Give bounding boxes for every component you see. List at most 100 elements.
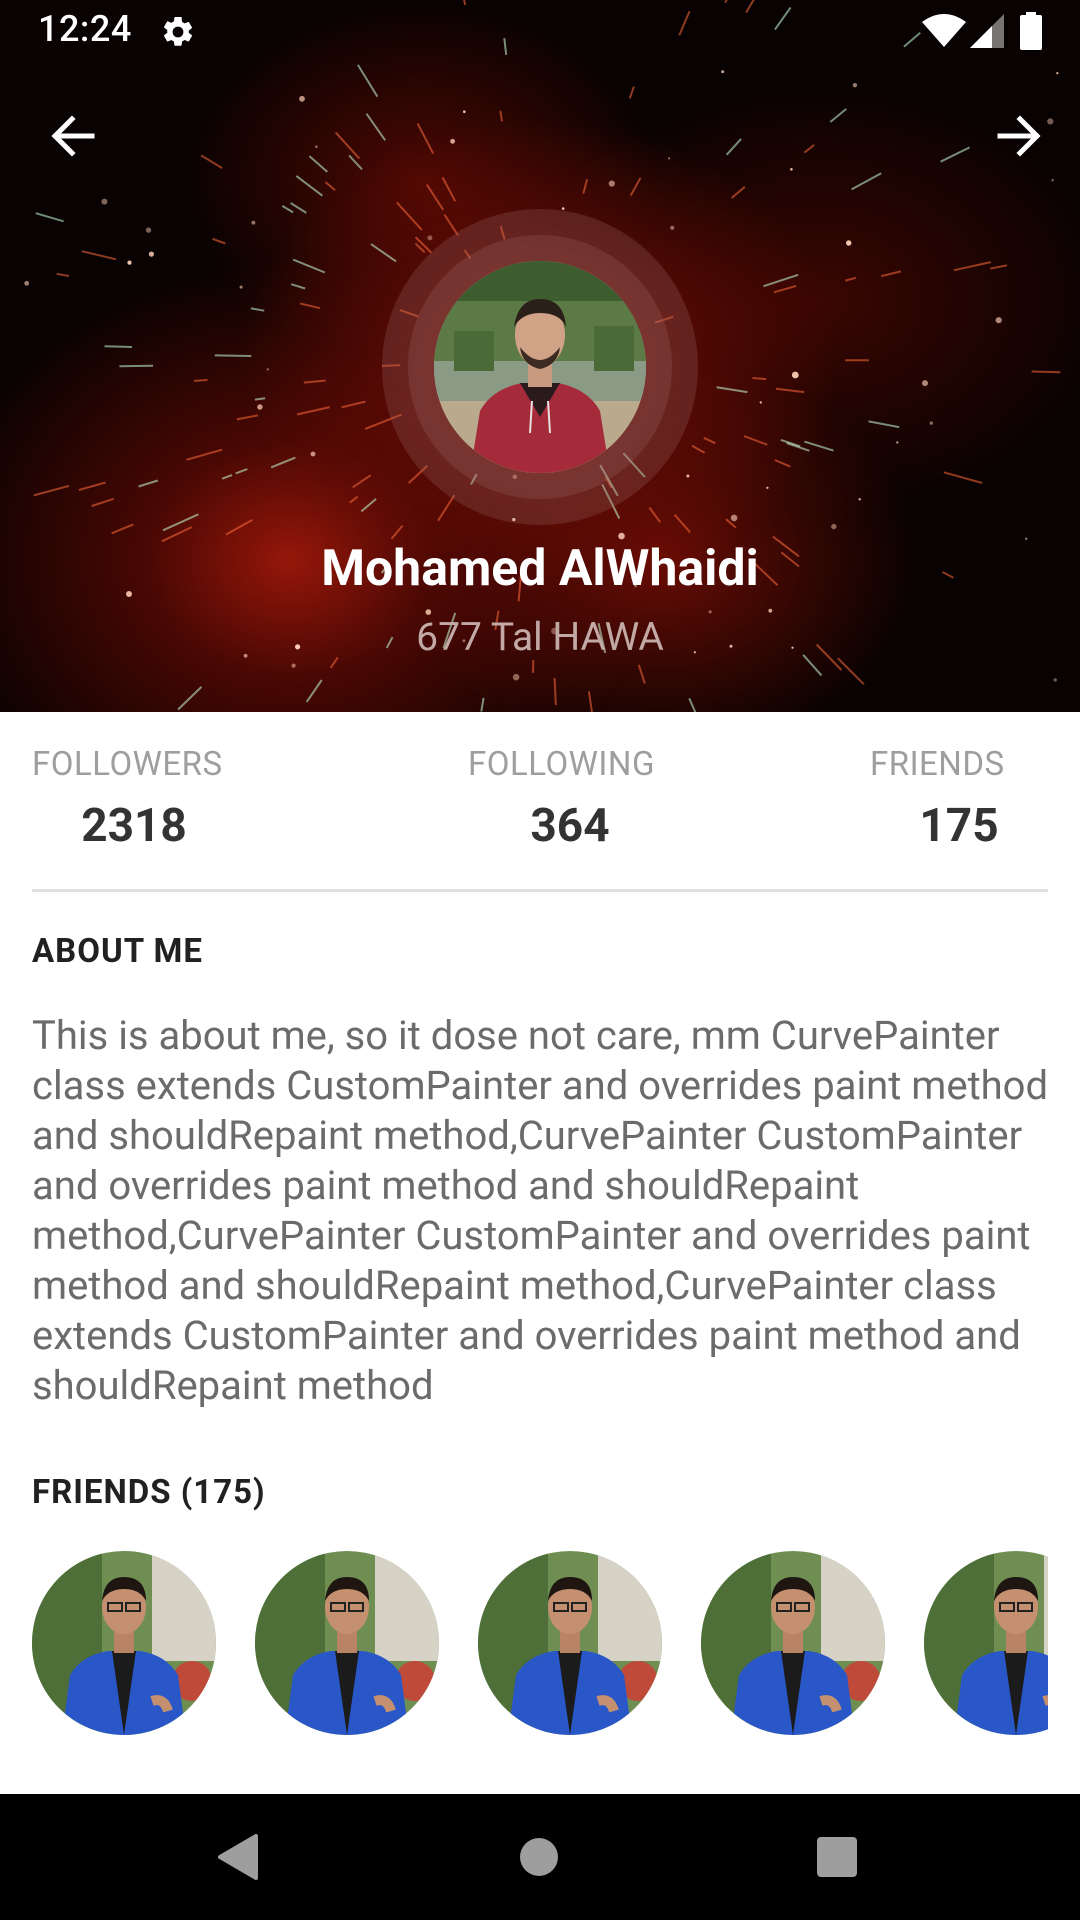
spark-dot [1047,118,1054,125]
spark-streak [357,64,379,98]
spark-dot [310,451,316,457]
spark-streak [281,205,294,214]
spark-streak [236,414,258,421]
spark-streak [499,110,503,122]
spark-streak [725,138,742,156]
friend-photo [701,1551,885,1735]
spark-dot [561,207,565,210]
spark-streak [104,345,133,348]
stat-label: FOLLOWING [468,745,655,784]
spark-streak [299,302,321,310]
system-home-button[interactable] [506,1824,572,1890]
gear-icon [163,16,193,46]
spark-streak [553,677,557,706]
spark-dot [790,168,793,171]
stats-divider [32,889,1048,892]
spark-dot [24,280,30,286]
spark-streak [673,514,691,534]
friend-photo [32,1551,216,1735]
spark-streak [194,379,208,382]
status-time: 12:24 [38,8,132,50]
spark-streak [290,283,306,290]
about-text-container[interactable]: This is about me, so it dose not care, m… [32,1011,1052,1431]
friends-title: FRIENDS (175) [32,1473,266,1512]
spark-streak [752,377,767,381]
spark-streak [441,177,457,202]
spark-streak [773,284,797,294]
home-circle-icon [520,1838,558,1876]
spark-streak [235,468,248,475]
spark-streak [396,201,423,231]
spark-streak [703,436,716,445]
stat-label: FOLLOWERS [32,745,223,784]
stat-followers[interactable]: FOLLOWERS 2318 [32,742,236,858]
spark-dot [299,95,305,102]
stat-value: 364 [530,799,610,853]
stat-friends[interactable]: FRIENDS 175 [870,742,1048,858]
spark-streak [990,264,1008,270]
spark-streak [851,172,882,191]
spark-dot [1056,72,1059,75]
spark-dot [608,180,615,187]
spark-streak [186,448,223,461]
profile-name: Mohamed AlWhaidi [321,540,759,598]
stat-label: FRIENDS [870,745,1005,784]
friend-avatar[interactable] [478,1551,662,1735]
spark-streak [953,261,992,272]
spark-streak [212,237,226,245]
spark-dot [721,70,725,74]
spark-streak [688,697,697,712]
spark-streak [352,474,372,489]
friend-avatar[interactable] [701,1551,885,1735]
spark-streak [33,484,70,497]
spark-streak [370,243,397,263]
spark-streak [416,122,435,155]
spark-streak [1031,370,1061,374]
spark-dot [450,138,455,144]
spark-streak [270,456,296,469]
spark-streak [360,498,377,513]
system-recents-button[interactable] [804,1824,870,1890]
profile-location: 677 Tal HAWA [416,614,664,660]
spark-dot [1053,678,1057,682]
friend-photo [924,1551,1048,1735]
friend-avatar[interactable] [924,1551,1048,1735]
friends-list[interactable] [32,1551,1048,1737]
spark-streak [786,442,810,452]
spark-dot [1051,178,1054,182]
spark-dot [668,157,671,160]
spark-dot [512,673,520,681]
spark-dot [730,514,738,522]
friend-photo [478,1551,662,1735]
back-button[interactable] [44,106,104,166]
spark-streak [225,519,253,536]
friend-avatar[interactable] [255,1551,439,1735]
spark-streak [119,364,154,368]
spark-dot [145,227,152,233]
spark-streak [200,154,223,170]
system-back-button[interactable] [206,1824,272,1890]
spark-streak [804,440,834,452]
profile-header: 12:24 Mohamed AlWhaidi 677 Tal HAWA [0,0,1080,712]
spark-dot [101,198,108,205]
spark-streak [162,513,199,532]
spark-dot [858,498,861,501]
spark-dot [995,317,1002,324]
spark-streak [295,175,324,197]
spark-streak [349,495,359,504]
spark-streak [691,444,706,454]
spark-streak [943,471,983,484]
profile-avatar[interactable] [434,261,646,473]
stat-following[interactable]: FOLLOWING 364 [468,742,672,858]
spark-streak [716,386,748,394]
spark-dot [315,145,318,148]
battery-icon [1020,12,1042,50]
stat-value: 2318 [81,799,187,853]
friend-avatar[interactable] [32,1551,216,1735]
spark-streak [250,307,265,312]
cell-signal-icon [970,14,1004,48]
forward-button[interactable] [988,106,1048,166]
spark-dot [127,260,132,265]
spark-streak [296,406,330,416]
spark-streak [221,474,233,480]
